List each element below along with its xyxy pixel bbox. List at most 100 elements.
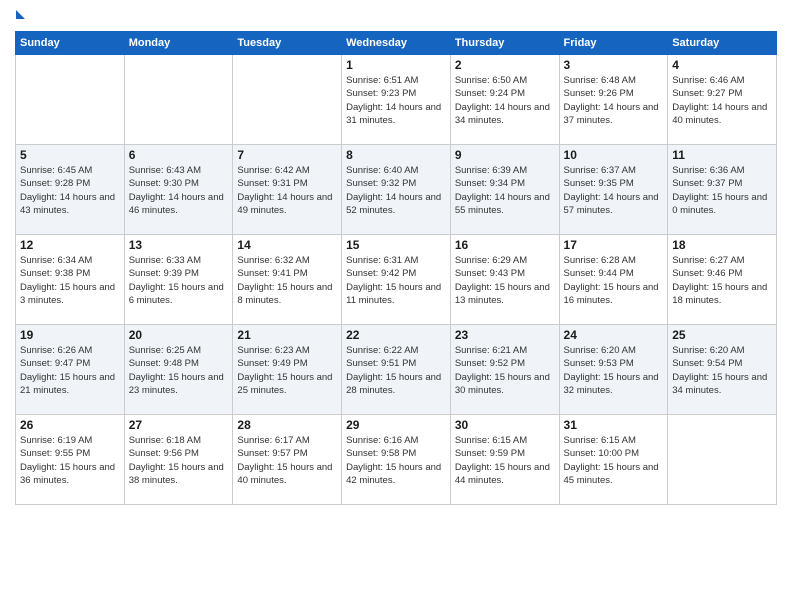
day-number: 26 <box>20 418 120 432</box>
calendar-cell: 1Sunrise: 6:51 AMSunset: 9:23 PMDaylight… <box>342 55 451 145</box>
day-info: Sunrise: 6:50 AMSunset: 9:24 PMDaylight:… <box>455 74 555 127</box>
calendar-week-row: 26 Sunrise: 6:19 AMSunset: 9:55 PMDayligh… <box>16 415 777 505</box>
calendar-cell: 30 Sunrise: 6:15 AMSunset: 9:59 PMDayligh… <box>450 415 559 505</box>
day-info: Sunrise: 6:45 AMSunset: 9:28 PMDaylight:… <box>20 164 120 217</box>
day-number: 5 <box>20 148 120 162</box>
day-info: Sunrise: 6:34 AMSunset: 9:38 PMDaylight:… <box>20 254 120 307</box>
day-info: Sunrise: 6:31 AMSunset: 9:42 PMDaylight:… <box>346 254 446 307</box>
calendar-cell: 28Sunrise: 6:17 AMSunset: 9:57 PMDayligh… <box>233 415 342 505</box>
day-number: 8 <box>346 148 446 162</box>
day-number: 2 <box>455 58 555 72</box>
day-number: 21 <box>237 328 337 342</box>
calendar-cell: 5 Sunrise: 6:45 AMSunset: 9:28 PMDaylight… <box>16 145 125 235</box>
calendar-cell <box>124 55 233 145</box>
calendar-cell: 6 Sunrise: 6:43 AMSunset: 9:30 PMDaylight… <box>124 145 233 235</box>
calendar-cell: 16 Sunrise: 6:29 AMSunset: 9:43 PMDayligh… <box>450 235 559 325</box>
day-number: 4 <box>672 58 772 72</box>
day-info: Sunrise: 6:43 AMSunset: 9:30 PMDaylight:… <box>129 164 229 217</box>
calendar-cell: 22 Sunrise: 6:22 AMSunset: 9:51 PMDayligh… <box>342 325 451 415</box>
day-info: Sunrise: 6:28 AMSunset: 9:44 PMDaylight:… <box>564 254 664 307</box>
calendar-cell: 27Sunrise: 6:18 AMSunset: 9:56 PMDayligh… <box>124 415 233 505</box>
header-tuesday: Tuesday <box>233 32 342 55</box>
calendar-cell: 7 Sunrise: 6:42 AMSunset: 9:31 PMDaylight… <box>233 145 342 235</box>
calendar-cell: 2 Sunrise: 6:50 AMSunset: 9:24 PMDaylight… <box>450 55 559 145</box>
day-number: 18 <box>672 238 772 252</box>
day-info: Sunrise: 6:20 AMSunset: 9:54 PMDaylight:… <box>672 344 772 397</box>
day-number: 27 <box>129 418 229 432</box>
day-number: 11 <box>672 148 772 162</box>
day-info: Sunrise: 6:29 AMSunset: 9:43 PMDaylight:… <box>455 254 555 307</box>
calendar-cell: 9 Sunrise: 6:39 AMSunset: 9:34 PMDaylight… <box>450 145 559 235</box>
calendar-cell <box>16 55 125 145</box>
day-info: Sunrise: 6:19 AMSunset: 9:55 PMDaylight:… <box>20 434 120 487</box>
day-number: 23 <box>455 328 555 342</box>
calendar-cell: 23 Sunrise: 6:21 AMSunset: 9:52 PMDayligh… <box>450 325 559 415</box>
header-monday: Monday <box>124 32 233 55</box>
day-number: 14 <box>237 238 337 252</box>
day-number: 17 <box>564 238 664 252</box>
day-info: Sunrise: 6:17 AMSunset: 9:57 PMDaylight:… <box>237 434 337 487</box>
day-info: Sunrise: 6:23 AMSunset: 9:49 PMDaylight:… <box>237 344 337 397</box>
days-header-row: Sunday Monday Tuesday Wednesday Thursday… <box>16 32 777 55</box>
day-number: 9 <box>455 148 555 162</box>
day-info: Sunrise: 6:15 AMSunset: 9:59 PMDaylight:… <box>455 434 555 487</box>
day-number: 6 <box>129 148 229 162</box>
calendar-week-row: 12 Sunrise: 6:34 AMSunset: 9:38 PMDayligh… <box>16 235 777 325</box>
day-number: 30 <box>455 418 555 432</box>
day-number: 7 <box>237 148 337 162</box>
day-info: Sunrise: 6:37 AMSunset: 9:35 PMDaylight:… <box>564 164 664 217</box>
calendar-cell: 26 Sunrise: 6:19 AMSunset: 9:55 PMDayligh… <box>16 415 125 505</box>
header-saturday: Saturday <box>668 32 777 55</box>
day-number: 29 <box>346 418 446 432</box>
day-info: Sunrise: 6:39 AMSunset: 9:34 PMDaylight:… <box>455 164 555 217</box>
calendar-cell: 12 Sunrise: 6:34 AMSunset: 9:38 PMDayligh… <box>16 235 125 325</box>
calendar-week-row: 5 Sunrise: 6:45 AMSunset: 9:28 PMDaylight… <box>16 145 777 235</box>
calendar-cell: 8 Sunrise: 6:40 AMSunset: 9:32 PMDaylight… <box>342 145 451 235</box>
day-number: 22 <box>346 328 446 342</box>
calendar-cell: 13 Sunrise: 6:33 AMSunset: 9:39 PMDayligh… <box>124 235 233 325</box>
calendar-cell <box>668 415 777 505</box>
calendar-cell: 24Sunrise: 6:20 AMSunset: 9:53 PMDayligh… <box>559 325 668 415</box>
day-number: 31 <box>564 418 664 432</box>
calendar-cell <box>233 55 342 145</box>
day-number: 15 <box>346 238 446 252</box>
day-info: Sunrise: 6:27 AMSunset: 9:46 PMDaylight:… <box>672 254 772 307</box>
day-info: Sunrise: 6:40 AMSunset: 9:32 PMDaylight:… <box>346 164 446 217</box>
calendar-cell: 4Sunrise: 6:46 AMSunset: 9:27 PMDaylight… <box>668 55 777 145</box>
day-info: Sunrise: 6:22 AMSunset: 9:51 PMDaylight:… <box>346 344 446 397</box>
day-number: 13 <box>129 238 229 252</box>
day-info: Sunrise: 6:32 AMSunset: 9:41 PMDaylight:… <box>237 254 337 307</box>
day-number: 25 <box>672 328 772 342</box>
calendar-cell: 19Sunrise: 6:26 AMSunset: 9:47 PMDayligh… <box>16 325 125 415</box>
calendar-cell: 3Sunrise: 6:48 AMSunset: 9:26 PMDaylight… <box>559 55 668 145</box>
calendar-cell: 18 Sunrise: 6:27 AMSunset: 9:46 PMDayligh… <box>668 235 777 325</box>
day-info: Sunrise: 6:36 AMSunset: 9:37 PMDaylight:… <box>672 164 772 217</box>
calendar-cell: 29Sunrise: 6:16 AMSunset: 9:58 PMDayligh… <box>342 415 451 505</box>
day-info: Sunrise: 6:33 AMSunset: 9:39 PMDaylight:… <box>129 254 229 307</box>
day-number: 24 <box>564 328 664 342</box>
day-info: Sunrise: 6:21 AMSunset: 9:52 PMDaylight:… <box>455 344 555 397</box>
page-header <box>15 10 777 23</box>
calendar-cell: 14 Sunrise: 6:32 AMSunset: 9:41 PMDayligh… <box>233 235 342 325</box>
calendar-cell: 31 Sunrise: 6:15 AMSunset: 10:00 PMDaylig… <box>559 415 668 505</box>
day-info: Sunrise: 6:15 AMSunset: 10:00 PMDaylight… <box>564 434 664 487</box>
day-info: Sunrise: 6:42 AMSunset: 9:31 PMDaylight:… <box>237 164 337 217</box>
day-info: Sunrise: 6:48 AMSunset: 9:26 PMDaylight:… <box>564 74 664 127</box>
day-info: Sunrise: 6:51 AMSunset: 9:23 PMDaylight:… <box>346 74 446 127</box>
calendar-cell: 10Sunrise: 6:37 AMSunset: 9:35 PMDayligh… <box>559 145 668 235</box>
calendar-cell: 20Sunrise: 6:25 AMSunset: 9:48 PMDayligh… <box>124 325 233 415</box>
day-number: 16 <box>455 238 555 252</box>
day-info: Sunrise: 6:25 AMSunset: 9:48 PMDaylight:… <box>129 344 229 397</box>
day-number: 12 <box>20 238 120 252</box>
calendar-cell: 17 Sunrise: 6:28 AMSunset: 9:44 PMDayligh… <box>559 235 668 325</box>
logo <box>15 10 25 23</box>
calendar-week-row: 19Sunrise: 6:26 AMSunset: 9:47 PMDayligh… <box>16 325 777 415</box>
calendar-cell: 15 Sunrise: 6:31 AMSunset: 9:42 PMDayligh… <box>342 235 451 325</box>
calendar-cell: 11 Sunrise: 6:36 AMSunset: 9:37 PMDayligh… <box>668 145 777 235</box>
header-thursday: Thursday <box>450 32 559 55</box>
header-friday: Friday <box>559 32 668 55</box>
header-sunday: Sunday <box>16 32 125 55</box>
calendar-table: Sunday Monday Tuesday Wednesday Thursday… <box>15 31 777 505</box>
calendar-body: 1Sunrise: 6:51 AMSunset: 9:23 PMDaylight… <box>16 55 777 505</box>
header-wednesday: Wednesday <box>342 32 451 55</box>
